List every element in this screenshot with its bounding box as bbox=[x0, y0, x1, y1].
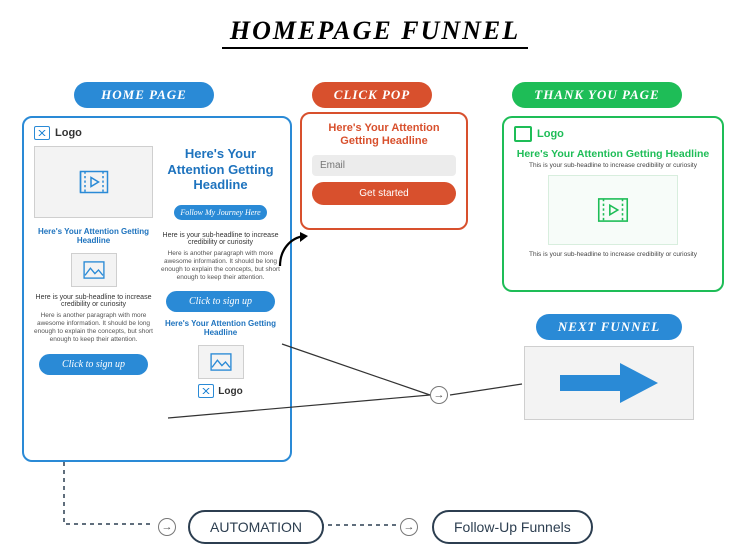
home-right-column: Here's Your Attention Getting Headline F… bbox=[161, 146, 280, 398]
paragraph: Here is another paragraph with more awes… bbox=[161, 250, 280, 283]
stage-pill-home: HOME PAGE bbox=[74, 82, 214, 108]
sub-headline: This is your sub-headline to increase cr… bbox=[514, 251, 712, 258]
home-page-card: Logo Here's Your Attention Getting Headl… bbox=[22, 116, 292, 462]
follow-button[interactable]: Follow My Journey Here bbox=[174, 205, 266, 220]
image-icon bbox=[514, 126, 532, 142]
sub-headline: Here is your sub-headline to increase cr… bbox=[161, 232, 280, 246]
dashed-connector bbox=[320, 520, 400, 530]
video-placeholder bbox=[34, 146, 153, 218]
diagram-title: HOMEPAGE FUNNEL bbox=[0, 16, 750, 46]
flow-node-icon: → bbox=[158, 518, 176, 536]
arrow-right-icon bbox=[554, 361, 664, 405]
email-input[interactable] bbox=[312, 155, 456, 176]
logo-label: Logo bbox=[218, 386, 242, 397]
flow-node-icon: → bbox=[400, 518, 418, 536]
signup-button[interactable]: Click to sign up bbox=[166, 291, 275, 312]
stage-pill-clickpop: CLICK POP bbox=[312, 82, 432, 108]
image-placeholder bbox=[198, 345, 244, 379]
stage-pill-thankyou: THANK YOU PAGE bbox=[512, 82, 682, 108]
flow-node-icon: → bbox=[430, 386, 448, 404]
automation-node: AUTOMATION bbox=[188, 510, 324, 544]
image-icon bbox=[34, 126, 50, 140]
next-funnel-box bbox=[524, 346, 694, 420]
thankyou-card: Logo Here's Your Attention Getting Headl… bbox=[502, 116, 724, 292]
dashed-connector bbox=[60, 462, 160, 532]
signup-button[interactable]: Click to sign up bbox=[39, 354, 148, 375]
logo-label: Logo bbox=[55, 127, 82, 139]
image-icon bbox=[198, 384, 214, 398]
image-placeholder bbox=[71, 253, 117, 287]
getstarted-button[interactable]: Get started bbox=[312, 182, 456, 205]
clickpop-card: Here's Your Attention Getting Headline G… bbox=[300, 112, 468, 230]
followup-node: Follow-Up Funnels bbox=[432, 510, 593, 544]
home-left-column: Here's Your Attention Getting Headline H… bbox=[34, 146, 153, 398]
paragraph: Here is another paragraph with more awes… bbox=[34, 312, 153, 345]
headline: Here's Your Attention Getting Headline bbox=[161, 319, 280, 337]
headline: Here's Your Attention Getting Headline bbox=[312, 122, 456, 148]
headline: Here's Your Attention Getting Headline bbox=[514, 148, 712, 160]
logo-label: Logo bbox=[537, 128, 564, 140]
stage-pill-nextfunnel: NEXT FUNNEL bbox=[536, 314, 682, 340]
headline-large: Here's Your Attention Getting Headline bbox=[161, 146, 280, 193]
headline: Here's Your Attention Getting Headline bbox=[34, 227, 153, 245]
sub-headline: This is your sub-headline to increase cr… bbox=[514, 162, 712, 169]
video-placeholder bbox=[548, 175, 678, 245]
sub-headline: Here is your sub-headline to increase cr… bbox=[34, 294, 153, 308]
